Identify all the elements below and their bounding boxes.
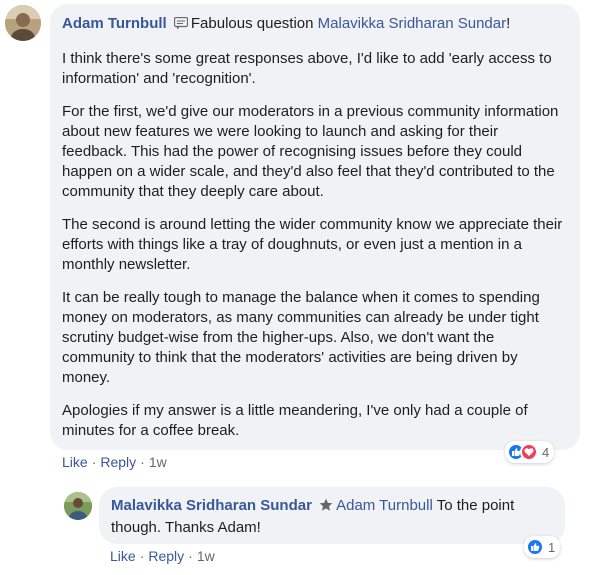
separator: · bbox=[139, 548, 145, 564]
comment-reactions[interactable]: 4 bbox=[505, 441, 555, 463]
comment-paragraph: The second is around letting the wider c… bbox=[62, 216, 563, 273]
reply-text-1: To the point bbox=[432, 497, 515, 514]
comment-header: Adam Turnbull Fabulous question Malavikk… bbox=[62, 14, 566, 36]
avatar-adam[interactable] bbox=[5, 5, 41, 41]
reply-bubble: Malavikka Sridharan Sundar Adam Turnbull… bbox=[99, 487, 565, 544]
reply-author-name[interactable]: Malavikka Sridharan Sundar bbox=[111, 497, 312, 514]
avatar-image bbox=[64, 492, 92, 520]
comment-body: I think there's some great responses abo… bbox=[62, 49, 566, 441]
reply-reaction-count: 1 bbox=[548, 539, 556, 555]
avatar-image bbox=[5, 5, 41, 41]
comment-actions: Like · Reply · 1w bbox=[62, 454, 167, 470]
reply-actions: Like · Reply · 1w bbox=[110, 548, 215, 564]
like-icon bbox=[526, 538, 544, 556]
avatar-malavikka[interactable] bbox=[64, 492, 92, 520]
reply-like-button[interactable]: Like bbox=[110, 548, 136, 564]
comment-paragraph: It can be really tough to manage the bal… bbox=[62, 289, 540, 386]
reply-reply-button[interactable]: Reply bbox=[148, 548, 184, 564]
comment-paragraph: For the first, we'd give our moderators … bbox=[62, 103, 559, 200]
reply-text-2: though. Thanks Adam! bbox=[111, 519, 261, 536]
comment-reaction-count: 4 bbox=[542, 444, 550, 460]
comment-paragraph: I think there's some great responses abo… bbox=[62, 50, 552, 87]
separator: · bbox=[188, 548, 193, 564]
reply-button[interactable]: Reply bbox=[100, 454, 136, 470]
comment-timestamp[interactable]: 1w bbox=[149, 454, 167, 470]
comment-intro-end: ! bbox=[506, 15, 511, 32]
like-button[interactable]: Like bbox=[62, 454, 88, 470]
reply-reactions[interactable]: 1 bbox=[524, 536, 561, 558]
separator: · bbox=[91, 454, 97, 470]
separator: · bbox=[140, 454, 145, 470]
comment-bubble: Adam Turnbull Fabulous question Malavikk… bbox=[50, 4, 580, 450]
reply-mention[interactable]: Adam Turnbull bbox=[336, 497, 433, 514]
comment-paragraph: Apologies if my answer is a little meand… bbox=[62, 402, 528, 439]
reply-timestamp[interactable]: 1w bbox=[197, 548, 215, 564]
message-icon bbox=[173, 16, 188, 36]
reply-line-1: Malavikka Sridharan Sundar Adam Turnbull… bbox=[111, 496, 553, 518]
love-icon bbox=[520, 443, 538, 461]
comment-author-name[interactable]: Adam Turnbull bbox=[62, 15, 167, 32]
star-icon bbox=[319, 498, 333, 518]
comment-intro: Fabulous question bbox=[190, 15, 318, 32]
comment-mention[interactable]: Malavikka Sridharan Sundar bbox=[318, 15, 506, 32]
